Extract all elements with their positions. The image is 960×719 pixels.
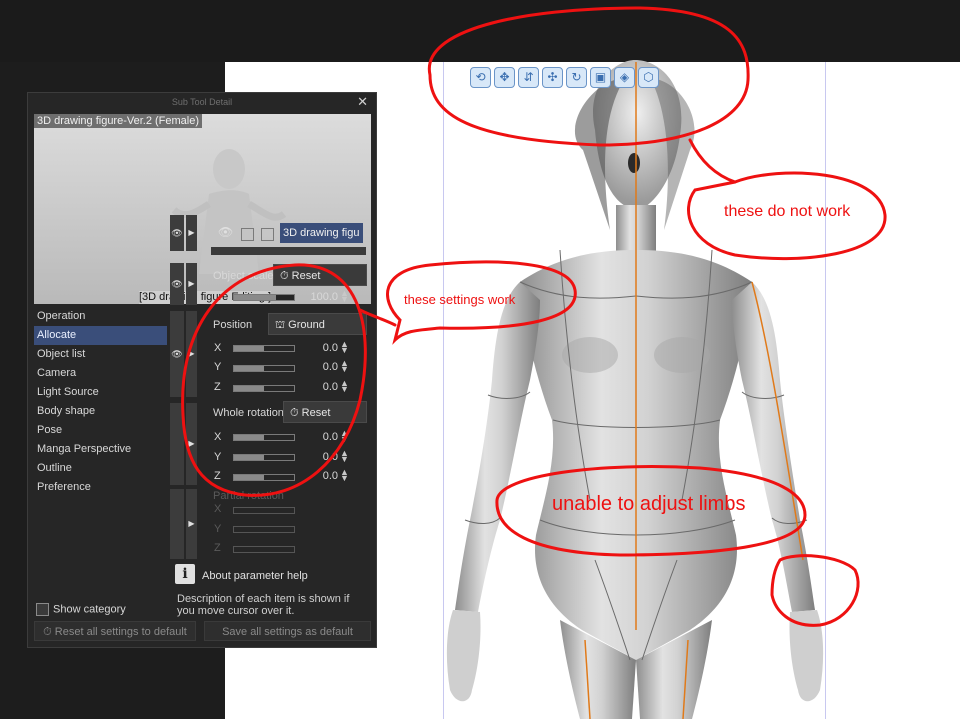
annotation-layer [181,6,887,627]
annotation-circle-settings [181,263,367,497]
annotation-circle-hand [770,554,860,627]
annotation-text-settings: these settings work [404,292,516,307]
annotation-text-limbs: unable to adjust limbs [552,493,746,515]
annotation-circle-manipulators [427,6,750,147]
annotation-text-top: these do not work [724,203,851,220]
